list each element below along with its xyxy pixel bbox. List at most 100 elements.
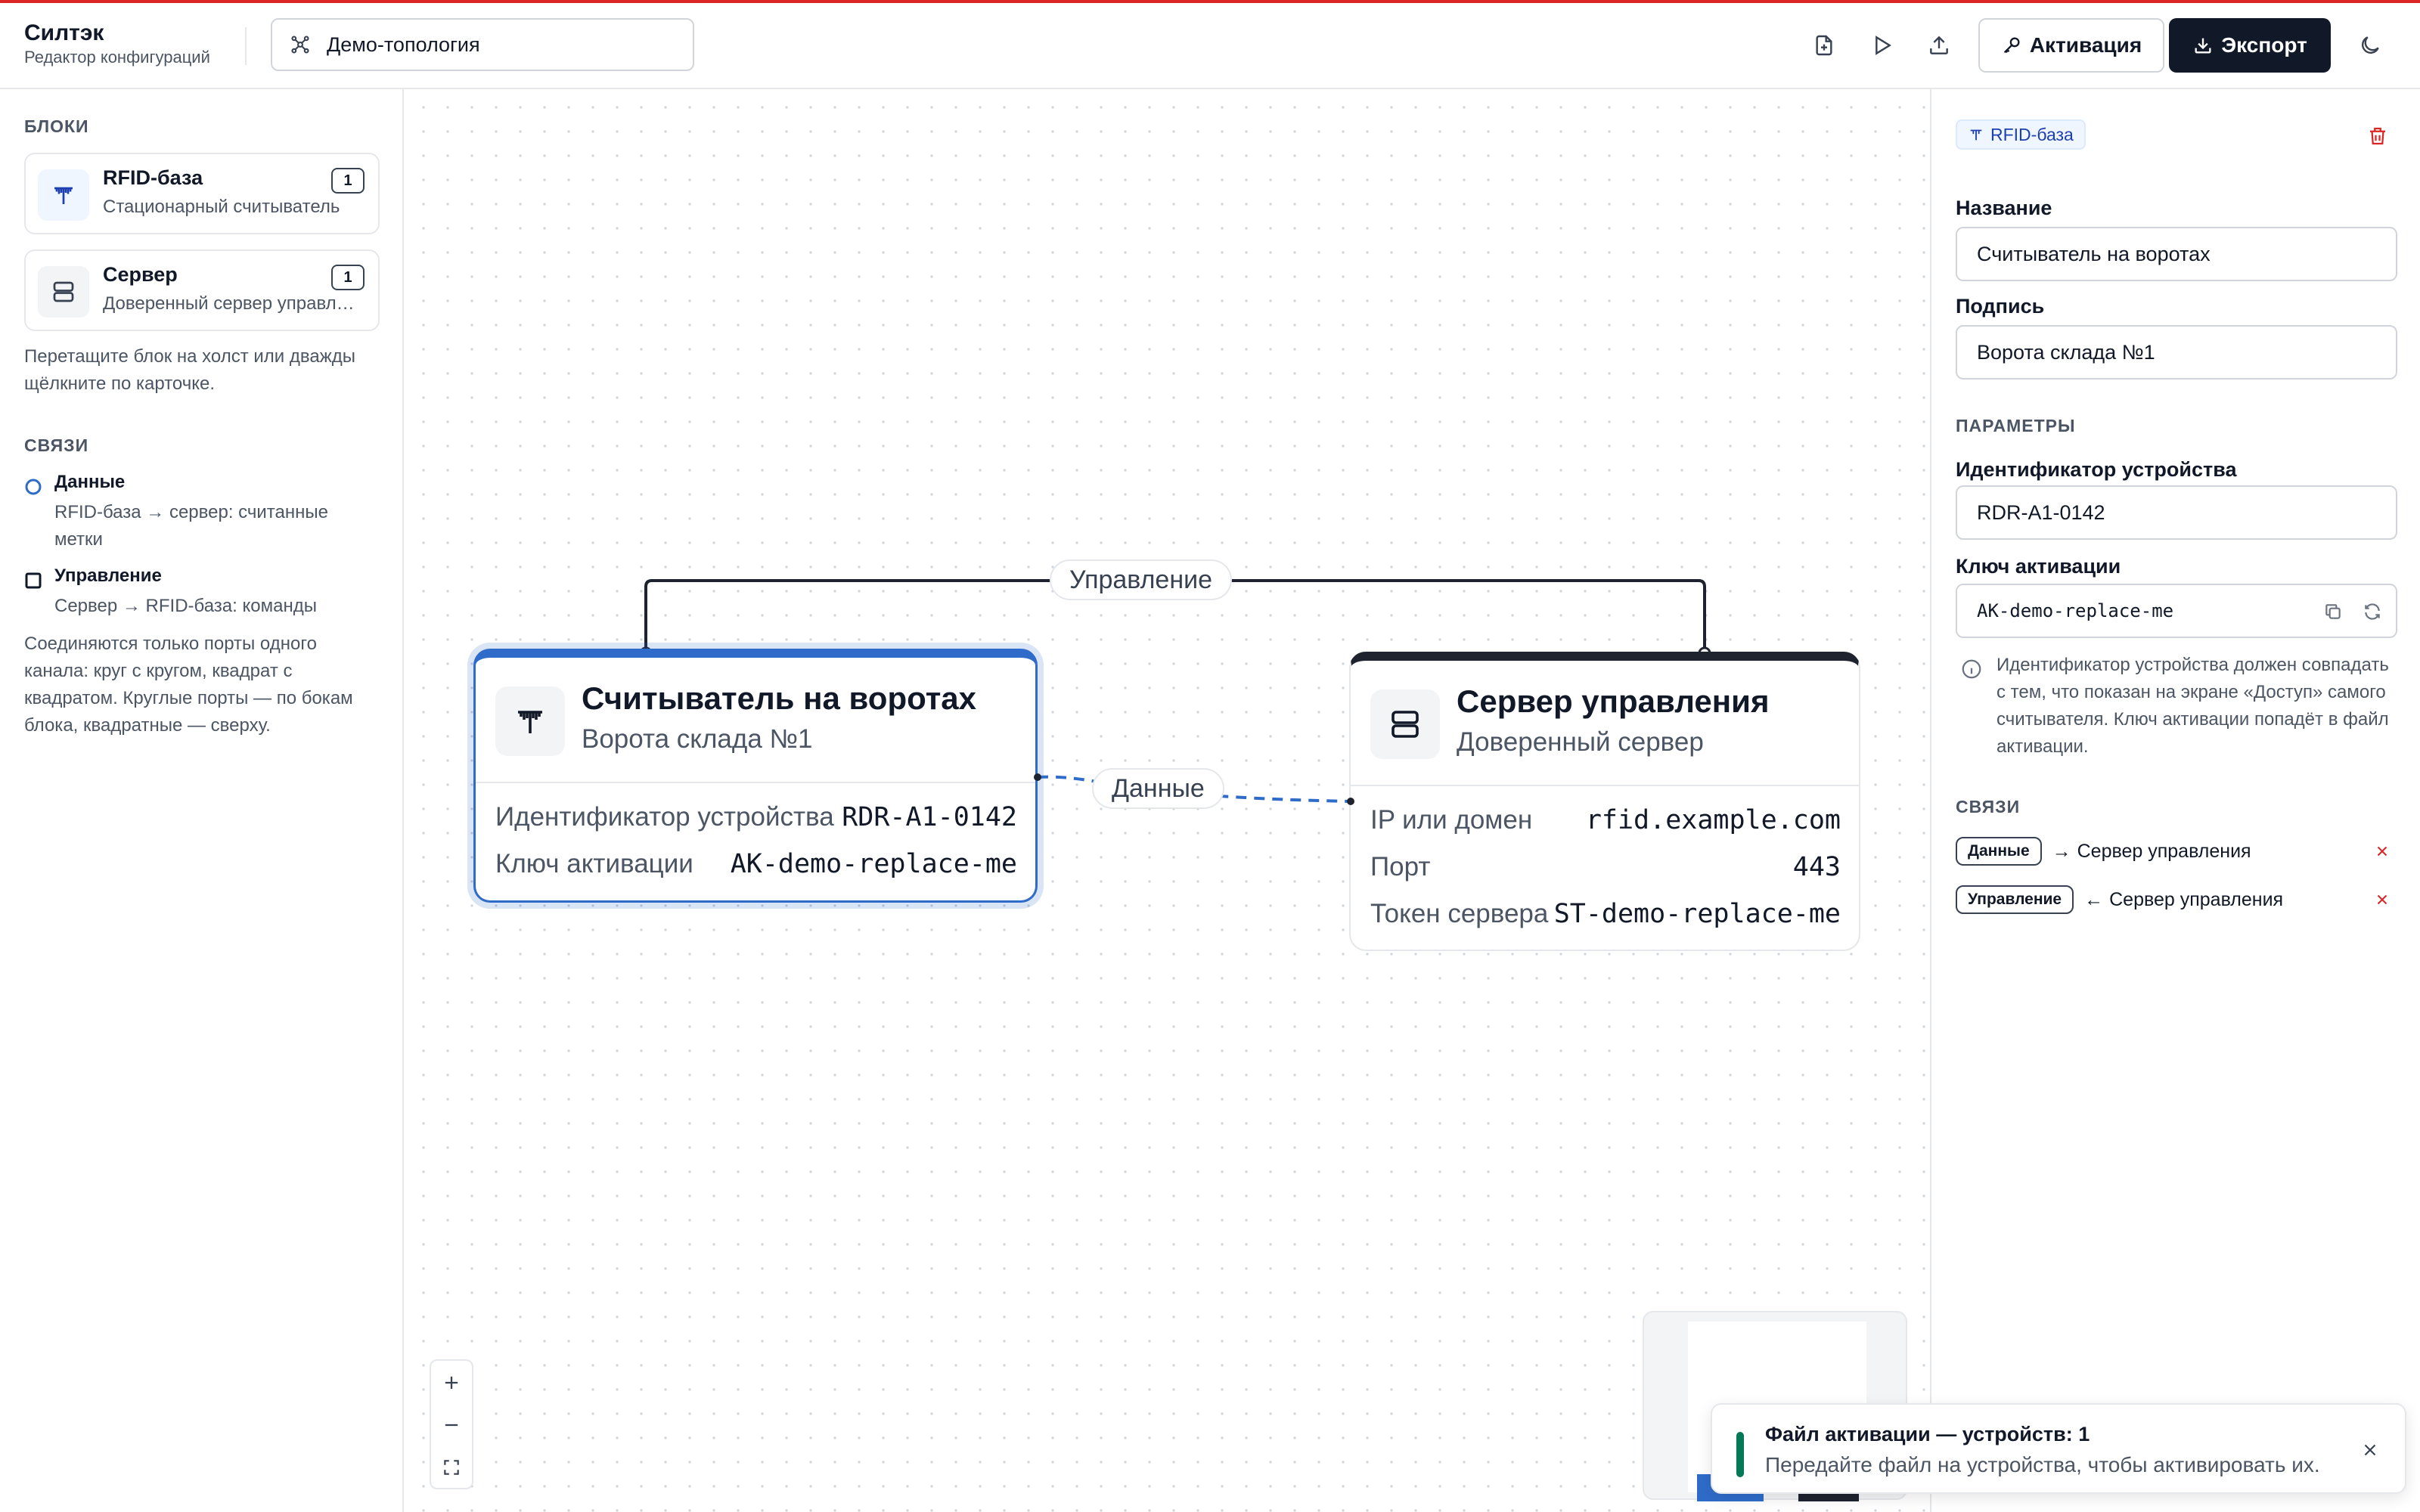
server-icon (1370, 689, 1440, 759)
app-header: Силтэк Редактор конфигураций Демо-тополо… (0, 3, 2420, 89)
activation-key-field[interactable]: AK-demo-replace-me (1956, 584, 2397, 638)
device-id-label: Идентификатор устройства (1956, 458, 2237, 481)
antenna-icon (38, 169, 89, 221)
caption-field[interactable]: Ворота склада №1 (1956, 325, 2397, 380)
trash-icon (2370, 127, 2385, 145)
blocks-hint: Перетащите блок на холст или дважды щёлк… (24, 346, 356, 394)
export-button[interactable]: Экспорт (2169, 18, 2331, 73)
name-value: Считыватель на воротах (1977, 242, 2211, 265)
edge-label-data[interactable]: Данные (1092, 768, 1224, 809)
brand: Силтэк Редактор конфигураций (24, 20, 210, 68)
node-title: Считыватель на воротах (582, 680, 977, 716)
node-subtitle: Доверенный сервер (1457, 727, 1704, 757)
app-subtitle: Редактор конфигураций (24, 48, 210, 67)
zoom-controls (430, 1359, 473, 1489)
remove-connection-button[interactable] (2372, 841, 2393, 862)
activate-button[interactable]: Активация (1978, 18, 2164, 73)
prop-key: Идентификатор устройства (495, 802, 834, 832)
plus-icon (445, 1376, 458, 1390)
toast-notification: Файл активации — устройств: 1 Передайте … (1711, 1403, 2406, 1494)
prop-key: Токен сервера (1370, 899, 1549, 928)
toast-close-button[interactable] (2355, 1435, 2385, 1465)
activate-label: Активация (2029, 33, 2142, 57)
remove-connection-button[interactable] (2372, 889, 2393, 910)
node-prop-row: IP или домен rfid.example.com (1370, 801, 1841, 839)
params-section-title: ПАРАМЕТРЫ (1956, 416, 2076, 435)
download-icon (2195, 38, 2211, 54)
toast-title: Файл активации — устройств: 1 (1765, 1423, 2090, 1445)
topology-canvas[interactable]: Управление Данные Считыватель на воротах… (405, 89, 1930, 1512)
blocks-section-title: БЛОКИ (24, 116, 89, 136)
info-icon (1962, 659, 1981, 679)
zoom-in-button[interactable] (431, 1362, 472, 1403)
node-type-label: RFID-база (1990, 124, 2074, 144)
link-desc: RFID-база → сервер: считанные метки (54, 502, 328, 550)
run-button[interactable] (1865, 29, 1898, 62)
export-label: Экспорт (2221, 33, 2307, 57)
fit-view-button[interactable] (431, 1447, 472, 1488)
node-reader[interactable]: Считыватель на воротах Ворота склада №1 … (473, 649, 1038, 903)
link-desc: Сервер → RFID-база: команды (54, 596, 317, 616)
topology-name: Демо-топология (327, 33, 480, 56)
prop-value: RDR-A1-0142 (842, 802, 1017, 832)
file-plus-icon (1816, 35, 1832, 56)
prop-value: ST-demo-replace-me (1553, 899, 1841, 929)
close-icon (2364, 1444, 2376, 1456)
new-file-button[interactable] (1807, 29, 1841, 62)
server-icon (38, 266, 89, 318)
toast-body: Передайте файл на устройства, чтобы акти… (1765, 1453, 2320, 1476)
prop-key: Порт (1370, 852, 1431, 881)
block-card-rfid[interactable]: RFID-база Стационарный считыватель 1 (24, 153, 380, 234)
prop-value: 443 (1792, 852, 1841, 882)
block-desc: Стационарный считыватель (103, 197, 340, 217)
links-section-title: СВЯЗИ (24, 435, 89, 455)
import-button[interactable] (1922, 29, 1956, 62)
node-title: Сервер управления (1457, 683, 1770, 719)
refresh-icon (2365, 603, 2380, 620)
left-sidebar: БЛОКИ RFID-база Стационарный считыватель… (0, 89, 404, 1512)
moon-icon (2362, 36, 2379, 54)
regenerate-key-button[interactable] (2360, 599, 2385, 624)
prop-key: Ключ активации (495, 849, 693, 878)
theme-toggle-button[interactable] (2353, 29, 2387, 62)
prop-value: AK-demo-replace-me (730, 849, 1017, 879)
connection-channel-chip: Данные (1956, 837, 2042, 866)
zoom-out-button[interactable] (431, 1405, 472, 1445)
square-port-icon (25, 572, 42, 589)
caption-value: Ворота склада №1 (1977, 340, 2155, 364)
link-name: Управление (54, 565, 162, 586)
block-count-badge: 1 (331, 265, 365, 290)
node-subtitle: Ворота склада №1 (582, 724, 813, 754)
edge-label-control[interactable]: Управление (1050, 559, 1233, 600)
block-desc: Доверенный сервер управл… (103, 293, 355, 314)
node-server[interactable]: Сервер управления Доверенный сервер IP и… (1349, 652, 1860, 951)
connection-row: Управление ← Сервер управления (1956, 885, 2397, 915)
close-icon (2377, 846, 2387, 857)
device-id-field[interactable]: RDR-A1-0142 (1956, 485, 2397, 540)
fit-view-icon (444, 1460, 459, 1475)
delete-node-button[interactable] (2363, 121, 2393, 151)
connection-target: Сервер управления (2109, 888, 2284, 910)
block-count-badge: 1 (331, 168, 365, 194)
block-card-server[interactable]: Сервер Доверенный сервер управл… 1 (24, 249, 380, 331)
topology-name-input[interactable]: Демо-топология (271, 18, 694, 71)
close-icon (2377, 894, 2387, 905)
links-hint: Соединяются только порты одного канала: … (24, 634, 353, 736)
device-id-value: RDR-A1-0142 (1977, 500, 2105, 524)
key-icon (2003, 37, 2020, 54)
connection-channel-chip: Управление (1956, 885, 2074, 914)
connections-section-title: СВЯЗИ (1956, 797, 2021, 816)
minus-icon (445, 1424, 458, 1427)
node-prop-row: Ключ активации AK-demo-replace-me (495, 845, 1017, 883)
activation-key-value: AK-demo-replace-me (1977, 600, 2174, 621)
node-prop-row: Идентификатор устройства RDR-A1-0142 (495, 798, 1017, 836)
connection-direction: → (2052, 840, 2071, 862)
inspector-panel: RFID-база Название Считыватель на ворота… (1930, 89, 2420, 1512)
name-field[interactable]: Считыватель на воротах (1956, 227, 2397, 281)
node-type-badge: RFID-база (1956, 119, 2086, 150)
name-label: Название (1956, 197, 2052, 219)
node-prop-row: Порт 443 (1370, 848, 1841, 886)
copy-key-button[interactable] (2320, 599, 2346, 624)
upload-icon (1930, 36, 1948, 54)
node-divider (1351, 785, 1859, 786)
